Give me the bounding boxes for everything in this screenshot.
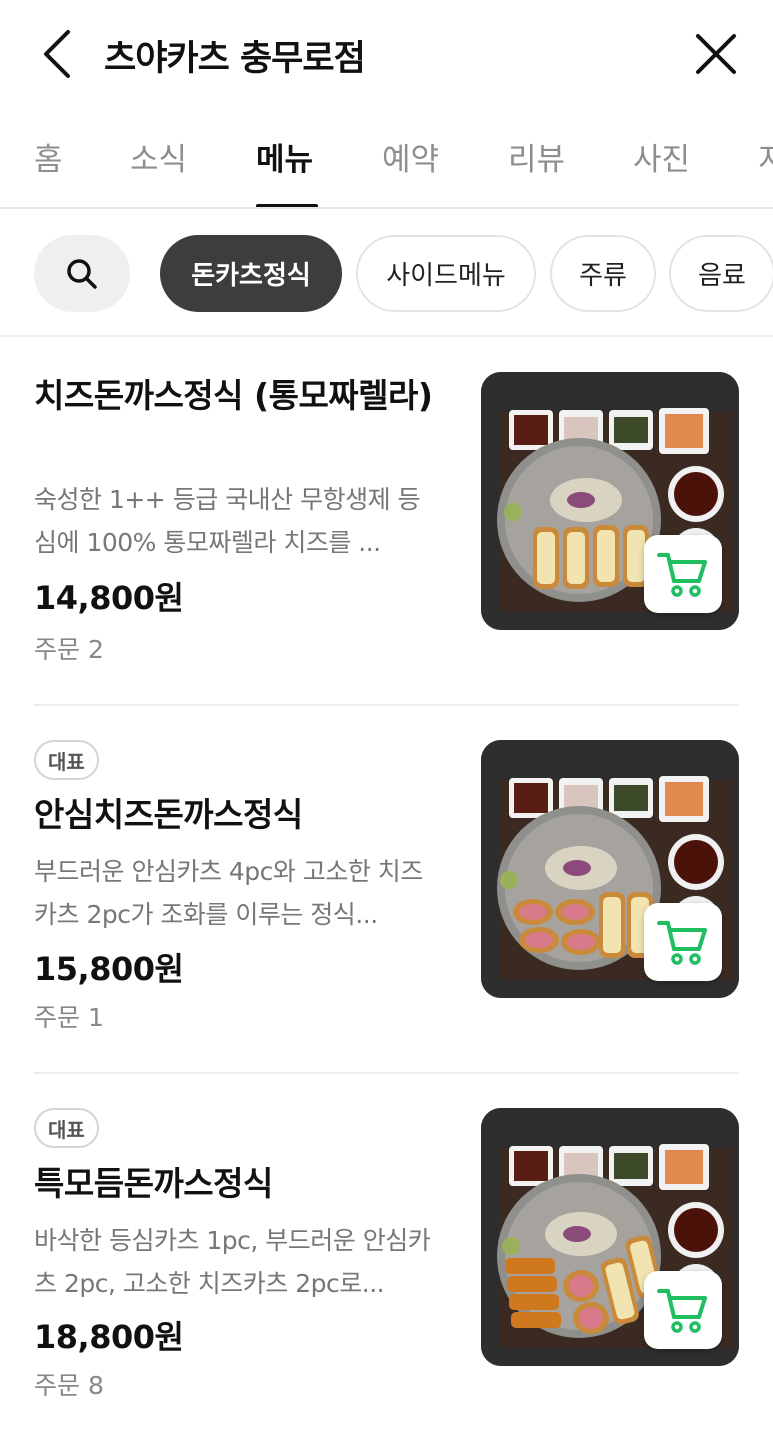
- search-icon: [67, 259, 97, 289]
- cart-icon: [657, 921, 707, 965]
- menu-item[interactable]: 대표 안심치즈돈까스정식 부드러운 안심카츠 4pc와 고소한 치즈카츠 2pc…: [0, 706, 773, 1073]
- tab-menu[interactable]: 메뉴: [256, 134, 313, 179]
- add-to-cart-button[interactable]: [644, 903, 722, 981]
- menu-item[interactable]: 치즈돈까스정식 (통모짜렐라) 숙성한 1++ 등급 국내산 무항생제 등심에 …: [0, 338, 773, 705]
- menu-item-order-count: 주문 2: [34, 635, 104, 664]
- menu-item-description: 부드러운 안심카츠 4pc와 고소한 치즈카츠 2pc가 조화를 이루는 정식.…: [34, 857, 423, 929]
- menu-item-name: 안심치즈돈까스정식: [34, 795, 303, 834]
- close-button[interactable]: [692, 30, 740, 78]
- category-chip-side-menu[interactable]: 사이드메뉴: [356, 235, 536, 312]
- menu-item-name: 특모듬돈까스정식: [34, 1164, 273, 1203]
- page-title: 츠야카츠 충무로점: [104, 39, 366, 79]
- cart-icon: [657, 1289, 707, 1333]
- signature-badge: 대표: [34, 1108, 99, 1148]
- menu-item-description: 숙성한 1++ 등급 국내산 무항생제 등심에 100% 통모짜렐라 치즈를 .…: [34, 485, 421, 557]
- tab-map[interactable]: 지: [758, 134, 773, 179]
- menu-item[interactable]: 대표 특모듬돈까스정식 바삭한 등심카츠 1pc, 부드러운 안심카츠 2pc,…: [0, 1074, 773, 1447]
- tab-news[interactable]: 소식: [130, 134, 187, 179]
- tab-photos[interactable]: 사진: [633, 134, 690, 179]
- tab-home[interactable]: 홈: [34, 134, 63, 179]
- tab-reviews[interactable]: 리뷰: [508, 134, 565, 179]
- menu-item-description: 바삭한 등심카츠 1pc, 부드러운 안심카츠 2pc, 고소한 치즈카츠 2p…: [34, 1226, 431, 1298]
- menu-item-photo[interactable]: [481, 740, 739, 998]
- chevron-left-icon: [44, 30, 70, 78]
- category-chip-alcohol[interactable]: 주류: [550, 235, 656, 312]
- category-chip-drinks[interactable]: 음료: [669, 235, 773, 312]
- app-header: 츠야카츠 충무로점: [0, 0, 773, 110]
- active-tab-indicator: [256, 204, 318, 207]
- menu-item-price: 14,800원: [34, 579, 184, 617]
- add-to-cart-button[interactable]: [644, 1271, 722, 1349]
- category-chip-tonkatsu-set[interactable]: 돈카츠정식: [160, 235, 342, 312]
- close-icon: [696, 34, 736, 74]
- back-button[interactable]: [34, 28, 82, 80]
- menu-item-photo[interactable]: [481, 372, 739, 630]
- tab-reservation[interactable]: 예약: [382, 134, 439, 179]
- menu-item-photo[interactable]: [481, 1108, 739, 1366]
- add-to-cart-button[interactable]: [644, 535, 722, 613]
- menu-item-order-count: 주문 8: [34, 1371, 104, 1400]
- menu-search-button[interactable]: [34, 235, 130, 312]
- menu-item-price: 15,800원: [34, 950, 184, 988]
- signature-badge: 대표: [34, 740, 99, 780]
- tab-bar: 홈 소식 메뉴 예약 리뷰 사진 지: [0, 118, 773, 209]
- menu-item-name: 치즈돈까스정식 (통모짜렐라): [34, 376, 433, 415]
- cart-icon: [657, 553, 707, 597]
- menu-item-order-count: 주문 1: [34, 1003, 104, 1032]
- category-chip-bar: 돈카츠정식 사이드메뉴 주류 음료: [0, 211, 773, 337]
- menu-item-price: 18,800원: [34, 1318, 184, 1356]
